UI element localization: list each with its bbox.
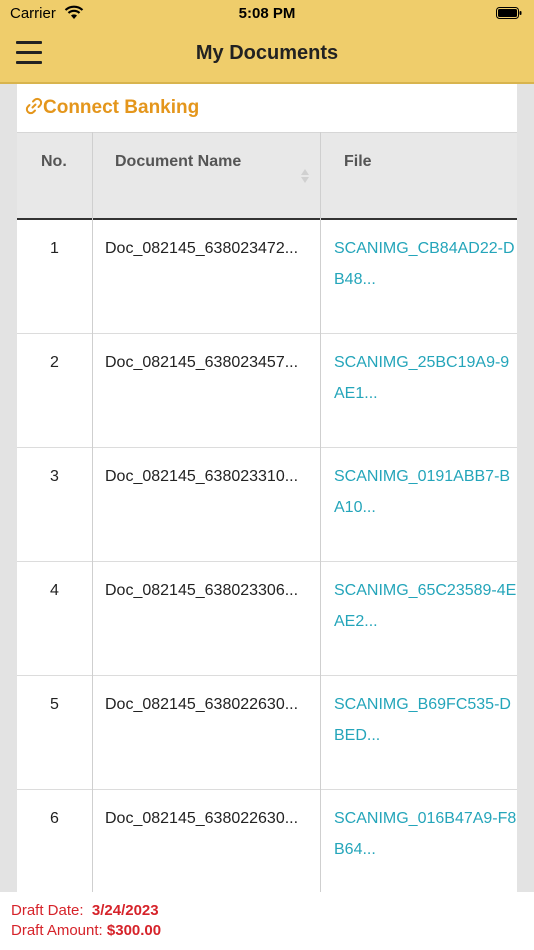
header-no[interactable]: No. [41,153,67,171]
header-document-name[interactable]: Document Name [115,153,241,171]
battery-icon [496,7,522,19]
column-divider [92,132,93,892]
column-divider [320,132,321,892]
draft-date-label: Draft Date: [11,902,84,919]
documents-panel: Connect Banking No. Document Name File 1… [17,84,517,892]
page-title: My Documents [195,42,339,64]
clock: 5:08 PM [238,5,296,22]
row-number: 3 [50,468,59,485]
draft-amount-label: Draft Amount: [11,922,103,939]
status-bar: Carrier 5:08 PM [0,0,534,26]
document-name: Doc_082145_638023457... [105,354,299,371]
draft-date-value: 3/24/2023 [91,902,159,919]
file-link[interactable]: SCANIMG_B69FC535-D BED... [334,689,517,751]
row-number: 6 [50,810,59,827]
connect-banking-button[interactable]: Connect Banking [17,84,517,132]
file-link[interactable]: SCANIMG_65C23589-4E AE2... [334,575,517,637]
sort-icon[interactable] [300,167,310,185]
document-name: Doc_082145_638023310... [105,468,299,485]
connect-banking-label: Connect Banking [43,97,200,118]
nav-bar: My Documents [0,26,534,82]
row-number: 2 [50,354,59,371]
draft-date-line: Draft Date: 3/24/2023 [11,902,159,919]
draft-amount-line: Draft Amount: $300.00 [11,922,161,939]
draft-info-footer: Draft Date: 3/24/2023 Draft Amount: $300… [0,892,534,950]
document-name: Doc_082145_638023472... [105,240,299,257]
row-number: 4 [50,582,59,599]
file-link[interactable]: SCANIMG_CB84AD22-D B48... [334,233,517,295]
link-icon [25,97,43,115]
file-link[interactable]: SCANIMG_25BC19A9-9 AE1... [334,347,517,409]
draft-amount-value: $300.00 [106,922,162,939]
row-number: 5 [50,696,59,713]
document-name: Doc_082145_638022630... [105,696,299,713]
row-number: 1 [50,240,59,257]
document-name: Doc_082145_638023306... [105,582,299,599]
file-link[interactable]: SCANIMG_016B47A9-F8 B64... [334,803,517,865]
file-link[interactable]: SCANIMG_0191ABB7-B A10... [334,461,517,523]
document-name: Doc_082145_638022630... [105,810,299,827]
header-file[interactable]: File [344,153,372,171]
